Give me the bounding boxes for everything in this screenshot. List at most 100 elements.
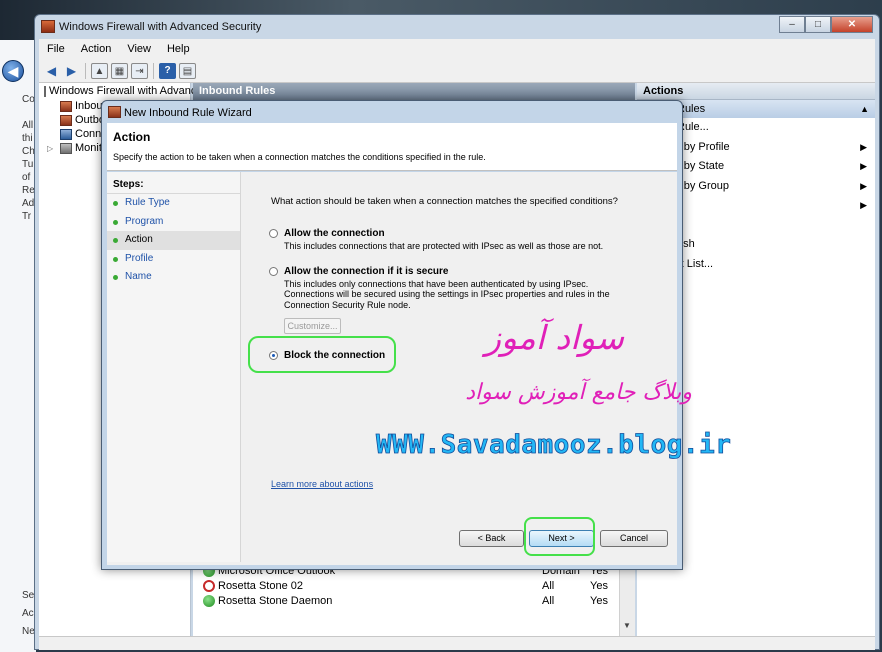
bg-text: thi bbox=[22, 133, 33, 144]
rules-pane-header: Inbound Rules bbox=[193, 83, 635, 100]
submenu-arrow-icon: ▶ bbox=[860, 161, 867, 171]
bg-text: Ch bbox=[22, 146, 35, 157]
allow-status-icon bbox=[203, 594, 215, 607]
allow-radio[interactable] bbox=[269, 229, 278, 238]
submenu-arrow-icon: ▶ bbox=[860, 180, 867, 191]
step-label: Name bbox=[125, 271, 152, 282]
separator bbox=[153, 62, 154, 79]
firewall-root-icon bbox=[44, 85, 46, 97]
tree-root[interactable]: Windows Firewall with Advance bbox=[39, 83, 202, 99]
learn-more-link[interactable]: Learn more about actions bbox=[271, 479, 373, 489]
step-label: Profile bbox=[125, 252, 154, 264]
action-question: What action should be taken when a conne… bbox=[271, 196, 618, 207]
action-label: r by State bbox=[677, 160, 725, 172]
back-icon[interactable]: ◀ bbox=[43, 63, 60, 79]
step-rule-type[interactable]: Rule Type bbox=[107, 194, 240, 213]
wizard-title: New Inbound Rule Wizard bbox=[124, 107, 252, 119]
customize-button[interactable]: Customize... bbox=[284, 318, 341, 334]
menu-action[interactable]: Action bbox=[73, 43, 120, 55]
maximize-button[interactable]: □ bbox=[805, 16, 831, 33]
rule-enabled: Yes bbox=[590, 579, 608, 592]
option-label: Allow the connection if it is secure bbox=[284, 266, 449, 277]
show-hide-tree-icon[interactable]: ▦ bbox=[111, 62, 128, 79]
tree-item-label: Inbou bbox=[75, 100, 103, 112]
monitoring-icon bbox=[60, 142, 72, 154]
back-button[interactable]: < Back bbox=[459, 530, 524, 547]
table-row[interactable]: Rosetta Stone Daemon All Yes bbox=[197, 593, 619, 608]
bg-text: All bbox=[22, 120, 34, 131]
scroll-down-icon[interactable]: ▼ bbox=[623, 621, 631, 630]
step-program[interactable]: Program bbox=[107, 213, 240, 232]
bg-text: Ne bbox=[22, 626, 35, 637]
bg-text: Ac bbox=[22, 608, 34, 619]
action-label: r by Group bbox=[677, 179, 729, 192]
status-bar bbox=[39, 636, 875, 650]
rule-profile: All bbox=[542, 594, 555, 607]
back-arrow-icon[interactable]: ◀ bbox=[2, 60, 24, 82]
step-dot-icon bbox=[113, 275, 118, 280]
steps-header: Steps: bbox=[107, 172, 240, 194]
rule-name: Rosetta Stone 02 bbox=[218, 579, 304, 592]
bg-text: Co bbox=[22, 94, 35, 105]
wizard-subheading: Specify the action to be taken when a co… bbox=[113, 152, 486, 162]
tree-root-label: Windows Firewall with Advance bbox=[49, 85, 203, 97]
menu-file[interactable]: File bbox=[39, 43, 73, 55]
table-row[interactable]: Rosetta Stone 02 All Yes bbox=[197, 578, 619, 593]
steps-panel: Steps: Rule Type Program Action Profile … bbox=[107, 172, 241, 562]
highlight-next-button bbox=[524, 517, 595, 556]
step-action[interactable]: Action bbox=[107, 231, 240, 250]
rule-name: Rosetta Stone Daemon bbox=[218, 594, 333, 607]
wizard-header: Action Specify the action to be taken wh… bbox=[107, 123, 677, 171]
step-dot-icon bbox=[113, 256, 118, 262]
up-folder-icon[interactable]: ▲ bbox=[91, 62, 108, 79]
help-icon[interactable]: ? bbox=[159, 62, 176, 79]
background-list: Co All thi Ch Tu of Re Ad Tr bbox=[0, 94, 36, 224]
wizard-title-bar[interactable]: New Inbound Rule Wizard bbox=[102, 101, 682, 123]
menu-view[interactable]: View bbox=[119, 43, 159, 55]
step-dot-icon bbox=[113, 201, 118, 206]
step-profile[interactable]: Profile bbox=[107, 250, 240, 269]
connection-security-icon bbox=[60, 128, 72, 140]
expand-icon[interactable]: ▷ bbox=[47, 144, 57, 153]
step-dot-icon bbox=[113, 238, 118, 243]
bg-text: Ad bbox=[22, 198, 35, 209]
bg-text: Tr bbox=[22, 211, 32, 222]
export-icon[interactable]: ⇥ bbox=[131, 62, 148, 79]
actions-header: Actions bbox=[637, 83, 875, 100]
window-controls: – □ ✕ bbox=[779, 16, 873, 33]
collapse-icon[interactable]: ▲ bbox=[860, 100, 869, 118]
block-status-icon bbox=[203, 579, 215, 592]
option-label: Allow the connection bbox=[284, 228, 385, 239]
submenu-arrow-icon: ▶ bbox=[860, 200, 867, 210]
close-button[interactable]: ✕ bbox=[831, 16, 873, 33]
firewall-icon bbox=[41, 20, 55, 33]
step-dot-icon bbox=[113, 219, 118, 225]
background-window: ◀ Co All thi Ch Tu of Re Ad Tr Se Ac Ne bbox=[0, 40, 36, 652]
menu-help[interactable]: Help bbox=[159, 43, 198, 55]
rule-enabled: Yes bbox=[590, 594, 608, 607]
inbound-rules-icon bbox=[60, 100, 72, 112]
window-title: Windows Firewall with Advanced Security bbox=[59, 21, 262, 33]
option-description: This includes only connections that have… bbox=[284, 279, 610, 310]
cancel-button[interactable]: Cancel bbox=[600, 530, 668, 547]
menu-bar: File Action View Help bbox=[39, 39, 875, 59]
bg-text bbox=[0, 107, 36, 120]
bg-text: Re bbox=[22, 185, 35, 196]
option-description: This includes connections that are prote… bbox=[284, 241, 604, 251]
title-bar[interactable]: Windows Firewall with Advanced Security … bbox=[35, 15, 879, 39]
bg-text: of bbox=[22, 172, 31, 183]
minimize-button[interactable]: – bbox=[779, 16, 805, 33]
separator bbox=[85, 62, 86, 79]
step-name[interactable]: Name bbox=[107, 268, 240, 287]
forward-icon[interactable]: ▶ bbox=[63, 63, 80, 79]
highlight-block-option bbox=[248, 336, 396, 373]
outbound-rules-icon bbox=[60, 114, 72, 126]
show-hide-action-pane-icon[interactable]: ▤ bbox=[179, 62, 196, 79]
step-label: Rule Type bbox=[125, 197, 170, 208]
toolbar: ◀ ▶ ▲ ▦ ⇥ ? ▤ bbox=[39, 59, 875, 83]
submenu-arrow-icon: ▶ bbox=[860, 141, 867, 152]
new-inbound-rule-wizard: New Inbound Rule Wizard Action Specify t… bbox=[101, 100, 683, 570]
bg-text: Tu bbox=[22, 159, 34, 170]
rule-profile: All bbox=[542, 579, 555, 592]
allow-if-secure-radio[interactable] bbox=[269, 267, 278, 276]
